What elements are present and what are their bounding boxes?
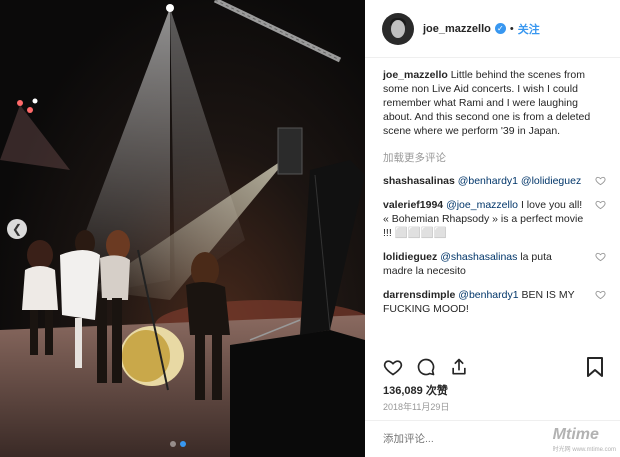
header-username[interactable]: joe_mazzello: [423, 23, 491, 35]
comments-section: joe_mazzello Little behind the scenes fr…: [365, 58, 620, 340]
comment-heart-icon[interactable]: [595, 289, 606, 300]
comment-item: lolidieguez @shashasalinas la puta madre…: [383, 250, 606, 278]
carousel-dots: [170, 441, 186, 447]
comment-username[interactable]: lolidieguez: [383, 251, 437, 263]
comment-item: darrensdimple @benhardy1 BEN IS MY FUCKI…: [383, 288, 606, 316]
carousel-prev-button[interactable]: ❮: [7, 219, 27, 239]
post-actions: [383, 357, 469, 377]
avatar[interactable]: [382, 12, 414, 45]
caption-username[interactable]: joe_mazzello: [383, 69, 448, 81]
heart-icon[interactable]: [383, 357, 403, 377]
comment-heart-icon[interactable]: [595, 251, 606, 262]
follow-button[interactable]: 关注: [518, 21, 540, 37]
post-date: 2018年11月29日: [383, 402, 450, 412]
comment-item: shashasalinas @benhardy1 @lolidieguez: [383, 174, 606, 188]
comment-heart-icon[interactable]: [595, 199, 606, 210]
comment-icon[interactable]: [416, 357, 436, 377]
comment-heart-icon[interactable]: [595, 175, 606, 186]
concert-stage-illustration: [0, 0, 365, 457]
add-comment-bar: Mtime 时光网 www.mtime.com: [365, 420, 620, 457]
header-separator: •: [509, 22, 514, 35]
comment-mentions[interactable]: @benhardy1: [458, 289, 518, 301]
carousel-dot[interactable]: [170, 441, 176, 447]
watermark-main: Mtime: [552, 426, 599, 443]
comment-item: valerief1994 @joe_mazzello I love you al…: [383, 198, 606, 240]
load-more-comments[interactable]: 加载更多评论: [383, 150, 602, 165]
watermark-logo: Mtime 时光网 www.mtime.com: [553, 426, 616, 453]
comment-mentions[interactable]: @shashasalinas: [440, 251, 517, 263]
chevron-left-icon: ❮: [11, 222, 23, 236]
likes-count[interactable]: 136,089 次赞: [383, 382, 448, 398]
bookmark-icon[interactable]: [586, 357, 604, 377]
comment-mentions[interactable]: @benhardy1 @lolidieguez: [458, 175, 581, 187]
comment-username[interactable]: darrensdimple: [383, 289, 455, 301]
carousel-dot-active[interactable]: [180, 441, 186, 447]
comment-username[interactable]: valerief1994: [383, 199, 443, 211]
comment-username[interactable]: shashasalinas: [383, 175, 455, 187]
post-header: joe_mazzello ✓ • 关注: [365, 0, 620, 58]
post-sidebar: joe_mazzello ✓ • 关注 joe_mazzello Little …: [365, 0, 620, 457]
watermark-sub: 时光网 www.mtime.com: [552, 447, 616, 453]
verified-icon: ✓: [494, 23, 506, 34]
share-icon[interactable]: [449, 357, 469, 377]
add-comment-input[interactable]: [383, 433, 533, 445]
post-caption: joe_mazzello Little behind the scenes fr…: [383, 68, 602, 138]
comment-mentions[interactable]: @joe_mazzello: [446, 199, 518, 211]
post-photo[interactable]: ❮: [0, 0, 365, 457]
